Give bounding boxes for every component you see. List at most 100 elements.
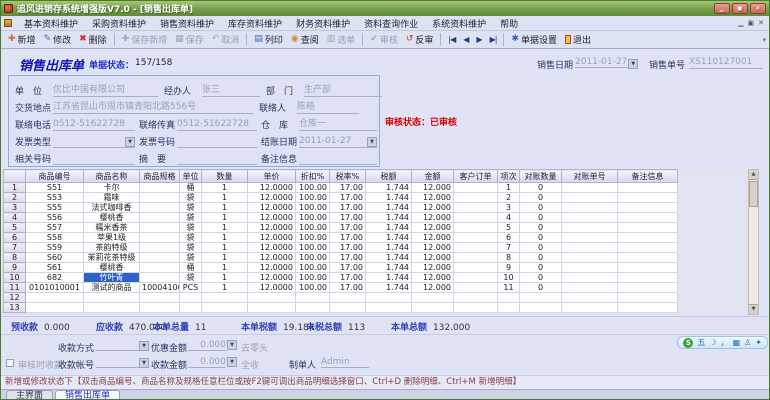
- grid-cell[interactable]: 1: [201, 252, 248, 263]
- grid-cell[interactable]: 1.744: [365, 262, 412, 273]
- ime-mode-icon[interactable]: ☽: [709, 338, 716, 347]
- grid-cell[interactable]: [617, 212, 678, 223]
- row-number-cell[interactable]: 4: [3, 212, 26, 223]
- grid-cell[interactable]: [201, 302, 248, 313]
- grid-cell[interactable]: [453, 282, 498, 293]
- grid-cell[interactable]: 17.00: [329, 272, 366, 283]
- row-number-cell[interactable]: 7: [3, 242, 26, 253]
- grid-cell[interactable]: 1.744: [365, 182, 412, 193]
- grid-cell[interactable]: 17.00: [329, 232, 366, 243]
- grid-cell[interactable]: 0: [519, 242, 562, 253]
- grid-cell[interactable]: 1: [201, 232, 248, 243]
- grid-cell[interactable]: 袋: [179, 272, 202, 283]
- grid-cell[interactable]: 12.0000: [247, 212, 296, 223]
- grid-cell[interactable]: 12.000: [411, 202, 454, 213]
- grid-cell[interactable]: 霜味: [83, 192, 140, 203]
- grid-cell[interactable]: 12.0000: [247, 192, 296, 203]
- ime-logo-icon[interactable]: S: [683, 337, 694, 348]
- grid-cell[interactable]: [497, 302, 520, 313]
- grid-cell[interactable]: 0: [519, 182, 562, 193]
- grid-cell[interactable]: S61: [25, 262, 84, 273]
- grid-cell[interactable]: 12.000: [411, 242, 454, 253]
- grid-cell[interactable]: [617, 272, 678, 283]
- grid-cell[interactable]: 0: [519, 202, 562, 213]
- menu-item[interactable]: 采购资料维护: [85, 17, 153, 30]
- grid-cell[interactable]: [139, 212, 180, 223]
- grid-cell[interactable]: 12.000: [411, 272, 454, 283]
- grid-cell[interactable]: 1.744: [365, 232, 412, 243]
- grid-cell[interactable]: 12.0000: [247, 252, 296, 263]
- grid-cell[interactable]: 10: [497, 272, 520, 283]
- row-number-cell[interactable]: 8: [3, 252, 26, 263]
- grid-cell[interactable]: 1: [201, 222, 248, 233]
- save-button[interactable]: ▦ 保存: [171, 32, 208, 47]
- column-header[interactable]: [3, 169, 26, 183]
- grid-cell[interactable]: [139, 182, 180, 193]
- ime-toolbar[interactable]: S 五 ☽ ， ▦ ♙ ✦: [677, 336, 768, 349]
- restore-button[interactable]: ▣: [732, 3, 748, 14]
- grid-cell[interactable]: [365, 302, 412, 313]
- grid-cell[interactable]: 0: [519, 192, 562, 203]
- grid-cell[interactable]: 茉莉花茶特级: [83, 252, 140, 263]
- chevron-down-icon[interactable]: ▼: [125, 137, 135, 147]
- column-header[interactable]: 单价: [247, 169, 296, 183]
- grid-cell[interactable]: 11: [497, 282, 520, 293]
- mdi-close-button[interactable]: ✕: [758, 17, 764, 29]
- grid-cell[interactable]: [453, 202, 498, 213]
- grid-cell[interactable]: [561, 282, 618, 293]
- grid-cell[interactable]: 17.00: [329, 212, 366, 223]
- grid-cell[interactable]: S55: [25, 202, 84, 213]
- sales-no-field[interactable]: XS110127001: [689, 56, 763, 69]
- grid-cell[interactable]: [561, 192, 618, 203]
- sales-date-combo[interactable]: 2011-01-27 ▼: [575, 57, 639, 69]
- grid-cell[interactable]: [139, 242, 180, 253]
- grid-cell[interactable]: 1: [201, 192, 248, 203]
- grid-cell[interactable]: 竹叶青: [83, 272, 140, 283]
- grid-cell[interactable]: [453, 292, 498, 303]
- grid-cell[interactable]: 17.00: [329, 182, 366, 193]
- grid-cell[interactable]: 12.0000: [247, 202, 296, 213]
- grid-cell[interactable]: [329, 302, 366, 313]
- grid-cell[interactable]: 100.00: [295, 212, 330, 223]
- grid-cell[interactable]: 100.00: [295, 272, 330, 283]
- grid-cell[interactable]: 1.744: [365, 212, 412, 223]
- grid-cell[interactable]: [561, 302, 618, 313]
- grid-cell[interactable]: [201, 292, 248, 303]
- pick-order-button[interactable]: ▥ 选单: [323, 32, 360, 47]
- grid-cell[interactable]: [617, 302, 678, 313]
- fax-field[interactable]: 0512-51622728: [177, 118, 257, 131]
- pay-account-combo[interactable]: ▼: [96, 356, 149, 368]
- chevron-down-icon[interactable]: ▼: [139, 358, 149, 368]
- grid-cell[interactable]: 1: [201, 182, 248, 193]
- grid-cell[interactable]: S51: [25, 182, 84, 193]
- invoice-no-field[interactable]: [177, 135, 257, 148]
- ref-no-field[interactable]: [53, 152, 135, 165]
- chevron-down-icon[interactable]: ▼: [139, 341, 149, 351]
- spin-down-icon[interactable]: ▼: [227, 340, 237, 350]
- grid-cell[interactable]: 12.0000: [247, 282, 296, 293]
- grid-cell[interactable]: 12.000: [411, 282, 454, 293]
- grid-cell[interactable]: 0: [519, 232, 562, 243]
- grid-cell[interactable]: [561, 212, 618, 223]
- grid-cell[interactable]: 0101010001: [25, 282, 84, 293]
- grid-cell[interactable]: 8: [497, 252, 520, 263]
- grid-cell[interactable]: [329, 292, 366, 303]
- grid-cell[interactable]: 17.00: [329, 192, 366, 203]
- invoice-type-combo[interactable]: ▼: [53, 135, 135, 148]
- grid-cell[interactable]: 12.000: [411, 182, 454, 193]
- grid-cell[interactable]: 3: [497, 202, 520, 213]
- grid-cell[interactable]: 100041000401: [139, 282, 180, 293]
- grid-cell[interactable]: 袋: [179, 192, 202, 203]
- grid-cell[interactable]: [519, 302, 562, 313]
- grid-cell[interactable]: 1.744: [365, 282, 412, 293]
- grid-cell[interactable]: [497, 292, 520, 303]
- first-record-button[interactable]: |◀: [444, 34, 459, 45]
- grid-cell[interactable]: 袋: [179, 252, 202, 263]
- grid-cell[interactable]: 1.744: [365, 222, 412, 233]
- row-number-cell[interactable]: 11: [3, 282, 26, 293]
- grid-cell[interactable]: [247, 292, 296, 303]
- grid-cell[interactable]: 糯米香茶: [83, 222, 140, 233]
- grid-cell[interactable]: 100.00: [295, 262, 330, 273]
- grid-cell[interactable]: 桶: [179, 182, 202, 193]
- ime-tool-icon[interactable]: ✦: [755, 338, 762, 347]
